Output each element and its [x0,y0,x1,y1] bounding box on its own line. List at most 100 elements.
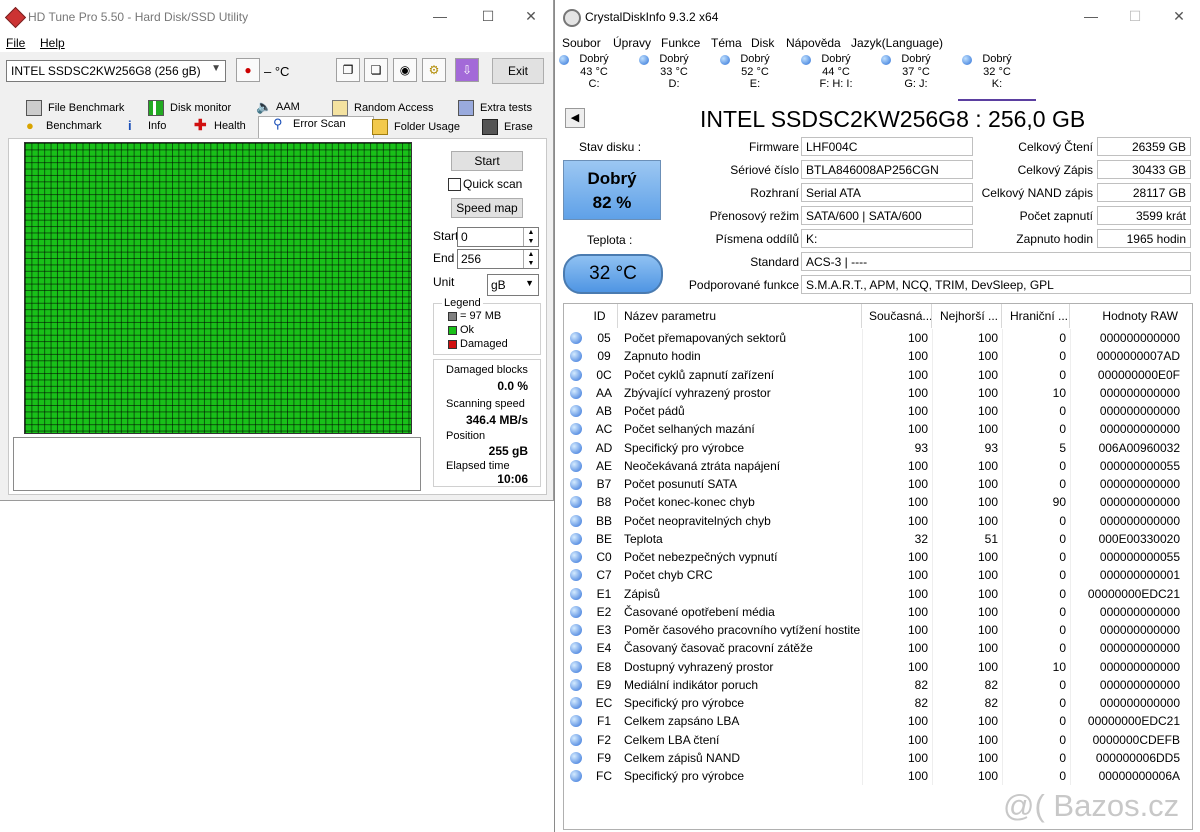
close-icon[interactable]: ✕ [1167,8,1191,26]
column-divider [1070,402,1071,421]
smart-worst: 82 [984,696,998,710]
column-header-raw[interactable]: Hodnoty RAW [1070,304,1192,328]
status-dot-icon [570,441,582,454]
drive-select-value: INTEL SSDSC2KW256G8 (256 gB) [11,64,201,78]
table-row[interactable]: E2 Časované opotřebení média 100 100 0 000000… [564,602,1192,621]
menu-soubor[interactable]: Soubor [562,36,601,50]
table-row[interactable]: AB Počet pádů 100 100 0 000000000000 [564,402,1192,421]
spinner-icon[interactable]: ▲ ▼ [523,250,538,268]
menu-disk[interactable]: Disk [751,36,774,50]
table-row[interactable]: E4 Časovaný časovač pracovní zátěže 100 100… [564,639,1192,658]
table-row[interactable]: BE Teplota 32 51 0 000E00330020 [564,529,1192,548]
copy-icon[interactable]: ❐ [336,58,360,82]
table-row[interactable]: 09 Zapnuto hodin 100 100 0 0000000007AD [564,347,1192,366]
table-row[interactable]: C7 Počet chyb CRC 100 100 0 000000000001 [564,566,1192,585]
drive-tab-e[interactable]: Dobrý 52 °C E: [716,53,794,99]
tab-health[interactable]: ✚ Health [194,118,246,137]
table-row[interactable]: F1 Celkem zapsáno LBA 100 100 0 00000000EDC21 [564,712,1192,731]
previous-drive-button[interactable]: ◀ [565,108,585,128]
magnifier-icon: ⚲ [273,116,283,131]
tab-info[interactable]: i Info [128,119,166,137]
column-header-id[interactable]: ID [564,304,618,328]
options-icon[interactable]: ⚙ [422,58,446,82]
minimize-icon[interactable]: — [1079,8,1103,26]
menu-help[interactable]: Help [40,36,65,50]
table-row[interactable]: AA Zbývající vyhrazený prostor 100 100 10 000… [564,383,1192,402]
end-label: End [433,251,455,265]
tab-folder-usage[interactable]: Folder Usage [372,119,460,137]
status-dot-icon [570,697,582,709]
menu-tema[interactable]: Téma [711,36,742,50]
status-dot-icon [570,386,582,399]
close-icon[interactable]: ✕ [519,8,543,26]
maximize-icon[interactable]: ☐ [1123,8,1147,26]
start-button[interactable]: Start [451,151,523,171]
chevron-down-icon: ▼ [525,278,534,288]
temperature-box[interactable]: 32 °C [563,254,663,294]
column-divider [862,420,863,439]
column-divider [1070,511,1071,530]
menu-file[interactable]: File [6,36,25,50]
table-row[interactable]: B7 Počet posunutí SATA 100 100 0 000000000000 [564,475,1192,494]
smart-table[interactable]: ID Název parametru Současná... Nejhorší … [563,303,1193,830]
menu-upravy[interactable]: Úpravy [613,36,651,50]
minimize-icon[interactable]: — [428,8,452,26]
drive-tab-d[interactable]: Dobrý 33 °C D: [635,53,713,99]
status-dot-icon [962,55,972,65]
tab-erase[interactable]: Erase [482,119,533,137]
unit-select[interactable]: gB ▼ [487,274,539,296]
speed-map-button[interactable]: Speed map [451,198,523,218]
table-row[interactable]: F9 Celkem zápisů NAND 100 100 0 000000006DD5 [564,748,1192,767]
table-row[interactable]: AC Počet selhaných mazání 100 100 0 000000000… [564,420,1192,439]
drive-tab-fhi[interactable]: Dobrý 44 °C F: H: I: [797,53,875,99]
drive-tab-gj[interactable]: Dobrý 37 °C G: J: [877,53,955,99]
table-row[interactable]: 05 Počet přemapovaných sektorů 100 100 0 0000… [564,329,1192,348]
table-row[interactable]: 0C Počet cyklů zapnutí zařízení 100 100 0 000… [564,365,1192,384]
drive-select[interactable]: INTEL SSDSC2KW256G8 (256 gB) ▼ [6,60,226,82]
table-row[interactable]: E8 Dostupný vyhrazený prostor 100 100 10 0000… [564,657,1192,676]
end-input[interactable]: 256 ▲ ▼ [457,249,539,269]
smart-raw: 000000000000 [1099,623,1180,637]
table-row[interactable]: AE Neočekávaná ztráta napájení 100 100 0 0000… [564,456,1192,475]
smart-id: AC [595,422,613,437]
column-divider [1002,767,1003,786]
save-icon[interactable]: ⇩ [455,58,479,82]
column-header-current[interactable]: Současná... [862,304,932,328]
tab-benchmark[interactable]: ● Benchmark [26,119,102,137]
tab-extra-tests[interactable]: Extra tests [458,100,532,118]
exit-button[interactable]: Exit [492,58,544,84]
table-row[interactable]: F2 Celkem LBA čtení 100 100 0 0000000CDEFB [564,730,1192,749]
start-input[interactable]: 0 ▲ ▼ [457,227,539,247]
thermometer-icon[interactable]: ● [236,58,260,82]
drive-tab-c[interactable]: Dobrý 43 °C C: [555,53,633,99]
table-row[interactable]: E9 Mediální indikátor poruch 82 82 0 00000000… [564,675,1192,694]
table-row[interactable]: B8 Počet konec-konec chyb 100 100 90 00000000… [564,493,1192,512]
menu-funkce[interactable]: Funkce [661,36,700,50]
table-row[interactable]: E3 Poměr časového pracovního vytížení hos… [564,621,1192,640]
table-row[interactable]: C0 Počet nebezpečných vypnutí 100 100 0 00000… [564,548,1192,567]
menu-language[interactable]: Jazyk(Language) [851,36,943,50]
health-status-box[interactable]: Dobrý 82 % [563,160,661,220]
drive-tab-k[interactable]: Dobrý 32 °C K: [958,53,1036,101]
camera-icon[interactable]: ◉ [393,58,417,82]
table-row[interactable]: EC Specifický pro výrobce 82 82 0 00000000000… [564,694,1192,713]
tab-disk-monitor[interactable]: Disk monitor [148,100,231,118]
tab-file-benchmark[interactable]: File Benchmark [26,100,124,118]
table-row[interactable]: FC Specifický pro výrobce 100 100 0 000000000… [564,767,1192,786]
table-row[interactable]: BB Počet neopravitelných chyb 100 100 0 00000… [564,511,1192,530]
quick-scan-checkbox[interactable] [448,178,461,191]
column-header-name[interactable]: Název parametru [618,304,862,328]
column-divider [862,548,863,567]
menu-napoveda[interactable]: Nápověda [786,36,841,50]
copy-all-icon[interactable]: ❏ [364,58,388,82]
column-divider [862,475,863,494]
table-row[interactable]: AD Specifický pro výrobce 93 93 5 006A0096003… [564,438,1192,457]
table-row[interactable]: E1 Zápisů 100 100 0 00000000EDC21 [564,584,1192,603]
spinner-icon[interactable]: ▲ ▼ [523,228,538,246]
column-header-worst[interactable]: Nejhorší ... [932,304,1002,328]
tab-error-scan[interactable]: ⚲ Error Scan [258,116,374,139]
smart-threshold: 0 [1059,586,1066,601]
smart-id: E3 [596,623,612,637]
maximize-icon[interactable]: ☐ [476,8,500,26]
column-header-threshold[interactable]: Hraniční ... [1002,304,1070,328]
